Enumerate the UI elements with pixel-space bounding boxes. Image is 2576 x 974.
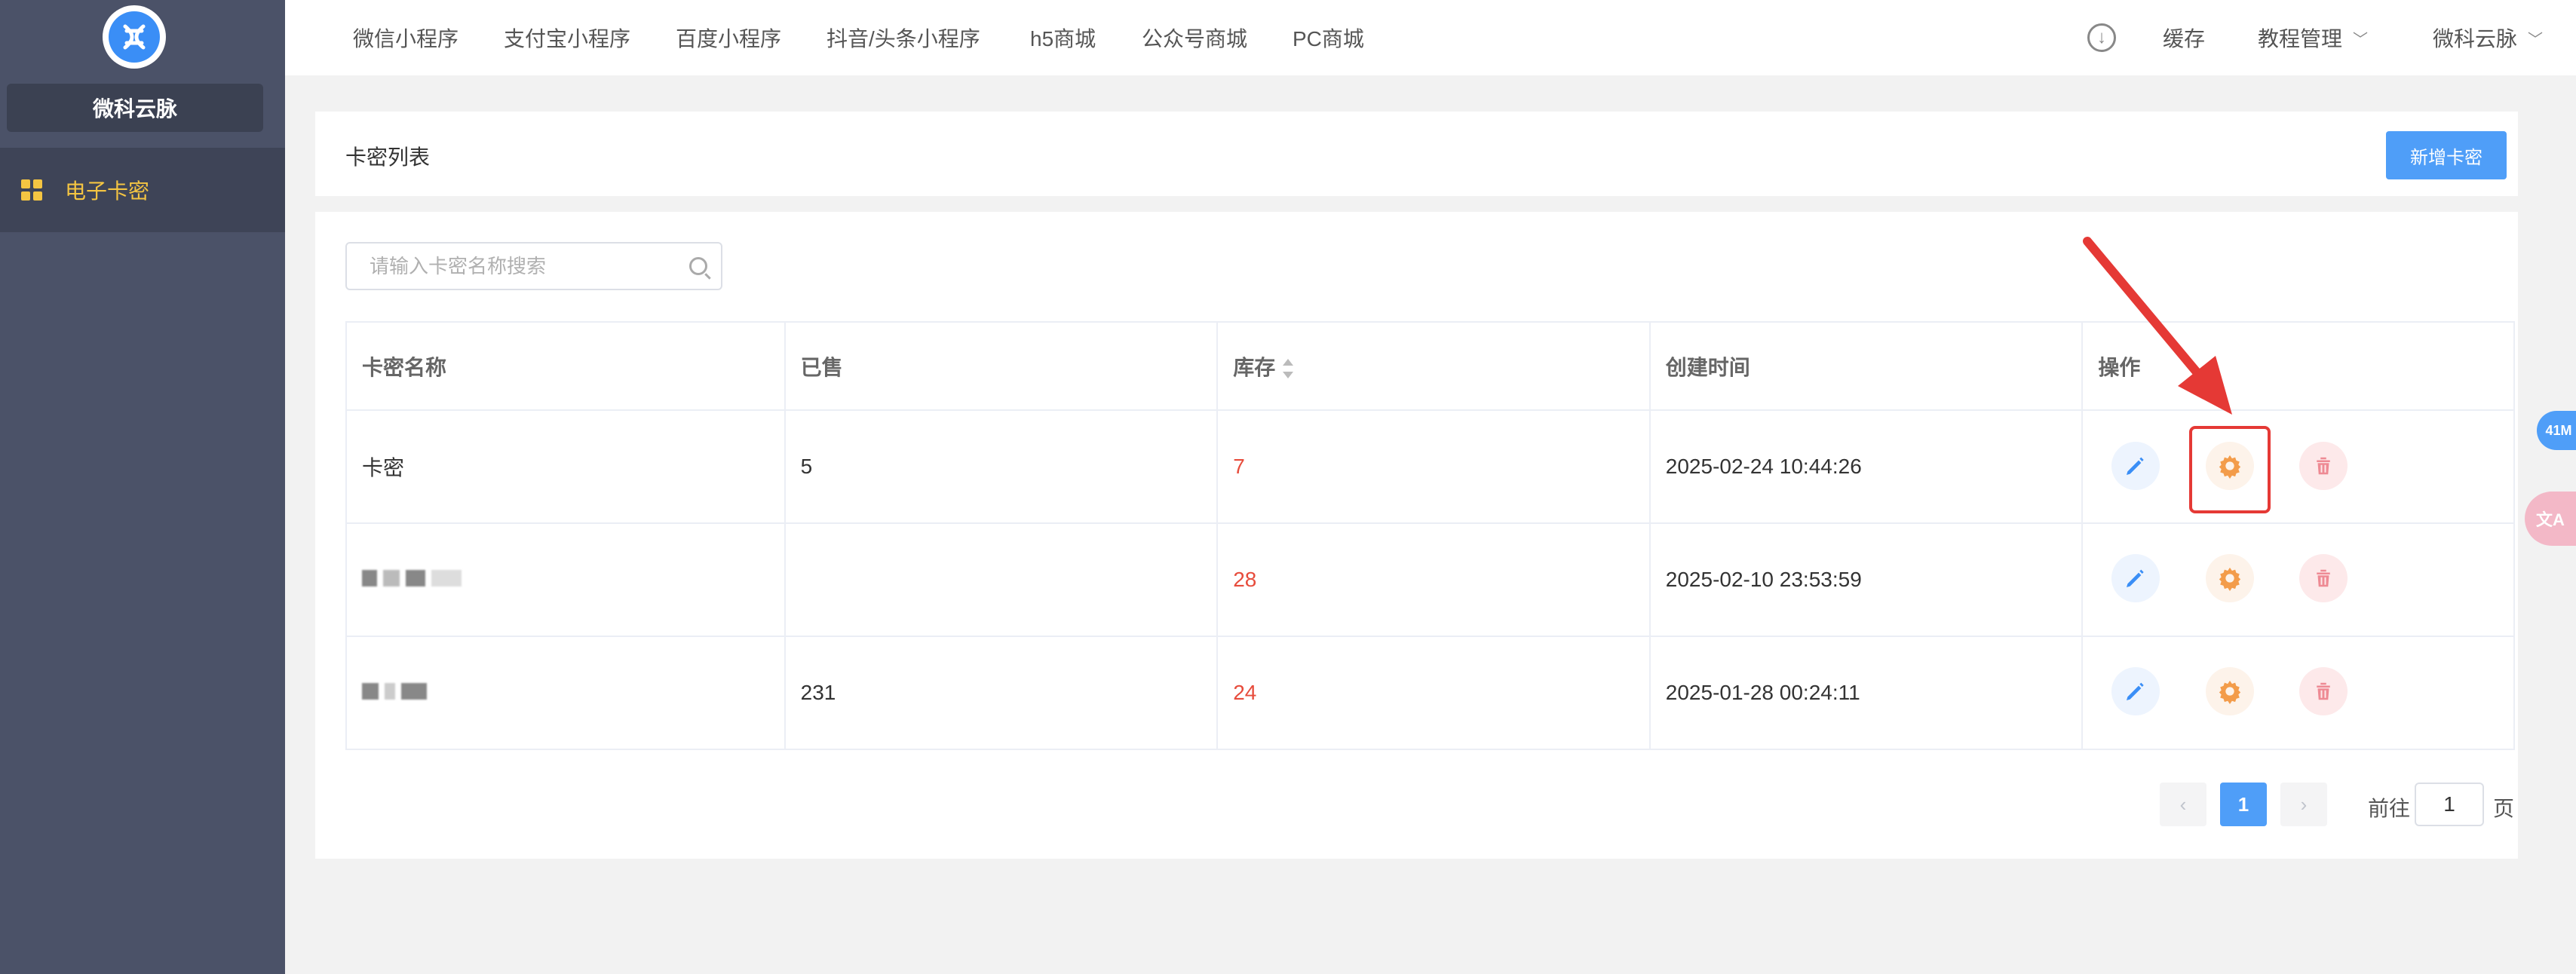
tutorial-menu-label: 教程管理 xyxy=(2258,27,2343,51)
floating-badge[interactable]: 41M xyxy=(2537,411,2576,450)
column-header-name: 卡密名称 xyxy=(345,321,786,411)
gear-icon xyxy=(2219,567,2241,591)
goto-label: 前往 xyxy=(2368,797,2411,820)
nav-h5-mall[interactable]: h5商城 xyxy=(1030,23,1096,53)
user-menu[interactable]: 微科云脉 ﹀ xyxy=(2433,23,2543,53)
delete-button[interactable] xyxy=(2299,667,2348,715)
cell-stock: 28 xyxy=(1216,522,1651,637)
tutorial-menu[interactable]: 教程管理 ﹀ xyxy=(2258,23,2368,53)
page-number-button[interactable]: 1 xyxy=(2220,783,2267,826)
settings-button[interactable] xyxy=(2206,667,2254,715)
logo[interactable] xyxy=(103,5,166,69)
cell-name xyxy=(345,636,786,750)
chevron-down-icon: ﹀ xyxy=(2528,31,2544,48)
nav-alipay-miniprogram[interactable]: 支付宝小程序 xyxy=(504,23,630,53)
cell-sold xyxy=(784,522,1219,637)
next-page-button[interactable]: › xyxy=(2280,783,2327,826)
translate-icon[interactable]: 文A xyxy=(2525,492,2576,546)
brand-name: 微科云脉 xyxy=(7,84,263,132)
settings-button[interactable] xyxy=(2206,554,2254,602)
column-header-stock-label: 库存 xyxy=(1233,355,1276,379)
cell-created: 2025-02-10 23:53:59 xyxy=(1648,522,2084,637)
column-header-sold: 已售 xyxy=(784,321,1219,411)
logo-icon xyxy=(109,11,160,63)
cell-stock: 24 xyxy=(1216,636,1651,750)
nav-douyin-miniprogram[interactable]: 抖音/头条小程序 xyxy=(826,23,980,53)
table-row: 231 24 2025-01-28 00:24:11 xyxy=(345,636,2515,750)
user-menu-label: 微科云脉 xyxy=(2433,27,2518,51)
nav-wechat-miniprogram[interactable]: 微信小程序 xyxy=(353,23,458,53)
cell-name: 卡密 xyxy=(345,409,786,524)
nav-pc-mall[interactable]: PC商城 xyxy=(1293,23,1364,53)
sidebar-item-label: 电子卡密 xyxy=(65,179,150,203)
cell-created: 2025-02-24 10:44:26 xyxy=(1648,409,2084,524)
chevron-down-icon: ﹀ xyxy=(2353,31,2369,48)
top-navbar: 微信小程序 支付宝小程序 百度小程序 抖音/头条小程序 h5商城 公众号商城 P… xyxy=(285,0,2576,75)
page-title: 卡密列表 xyxy=(345,145,431,169)
sidebar-item-electronic-card[interactable]: 电子卡密 xyxy=(0,148,285,232)
search-icon[interactable] xyxy=(689,257,707,275)
table-row: 28 2025-02-10 23:53:59 xyxy=(345,522,2515,637)
gear-icon xyxy=(2219,680,2241,704)
download-icon[interactable]: ↓ xyxy=(2087,23,2116,52)
column-header-created: 创建时间 xyxy=(1648,321,2084,411)
edit-button[interactable] xyxy=(2111,554,2160,602)
column-header-stock[interactable]: 库存 xyxy=(1216,321,1651,411)
cache-link[interactable]: 缓存 xyxy=(2163,23,2205,53)
add-card-button[interactable]: 新增卡密 xyxy=(2386,131,2507,179)
grid-icon xyxy=(21,179,42,201)
trash-icon xyxy=(2317,457,2330,475)
pencil-icon xyxy=(2127,457,2144,475)
annotation-arrow xyxy=(2083,237,2232,415)
delete-button[interactable] xyxy=(2299,554,2348,602)
nav-baidu-miniprogram[interactable]: 百度小程序 xyxy=(676,23,781,53)
redacted-text xyxy=(362,570,462,587)
page-suffix-label: 页 xyxy=(2493,797,2515,820)
cell-stock: 7 xyxy=(1216,409,1651,524)
delete-button[interactable] xyxy=(2299,442,2348,490)
nav-official-account-mall[interactable]: 公众号商城 xyxy=(1142,23,1247,53)
search-input[interactable] xyxy=(370,254,671,278)
trash-icon xyxy=(2317,682,2330,700)
highlight-box xyxy=(2189,426,2271,513)
list-header-card: 卡密列表 新增卡密 xyxy=(315,112,2518,196)
sidebar: 微科云脉 电子卡密 xyxy=(0,0,285,974)
pencil-icon xyxy=(2127,569,2144,587)
cell-created: 2025-01-28 00:24:11 xyxy=(1648,636,2084,750)
edit-button[interactable] xyxy=(2111,667,2160,715)
sort-icon[interactable] xyxy=(1283,359,1294,379)
edit-button[interactable] xyxy=(2111,442,2160,490)
trash-icon xyxy=(2317,569,2330,587)
goto-page-input[interactable] xyxy=(2415,783,2484,826)
search-box[interactable] xyxy=(345,242,722,290)
redacted-text xyxy=(362,683,427,700)
cell-sold: 231 xyxy=(784,636,1219,750)
cell-name xyxy=(345,522,786,637)
cell-sold: 5 xyxy=(784,409,1219,524)
pencil-icon xyxy=(2127,682,2144,700)
prev-page-button[interactable]: ‹ xyxy=(2160,783,2206,826)
